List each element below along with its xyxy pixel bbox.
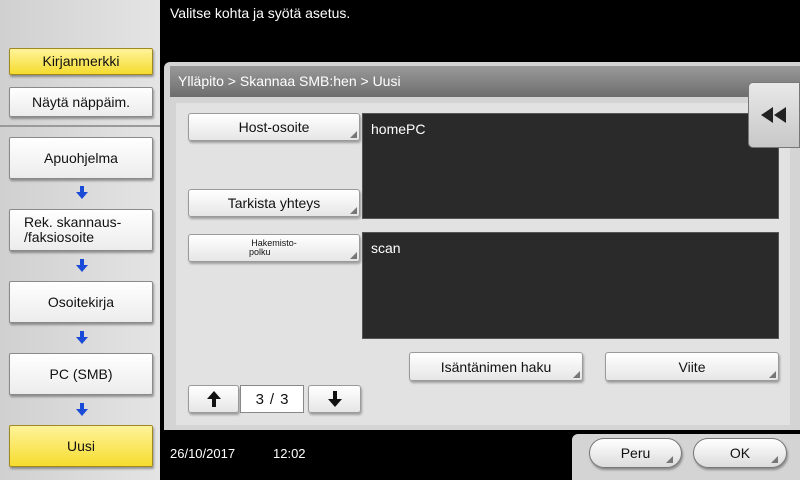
folder-path-label-line2: polku [249,247,271,257]
reference-button[interactable]: Viite [605,352,779,381]
sidebar-divider [0,125,160,127]
page-up-button[interactable] [188,385,239,413]
page-current: 3 [255,390,264,408]
sidebar-item-new[interactable]: Uusi [9,425,153,467]
page-indicator: 3 / 3 [240,385,304,413]
show-keypad-label: Näytä näppäim. [31,93,131,110]
left-sidebar: Kirjanmerkki Näytä näppäim. Apuohjelma R… [0,0,160,480]
corner-marker-icon [666,456,673,463]
arrow-up-icon [206,391,221,407]
folder-path-value: scan [371,240,401,256]
cancel-label: Peru [620,445,651,461]
sidebar-item-pc-smb[interactable]: PC (SMB) [9,353,153,395]
sidebar-item-address-book[interactable]: Osoitekirja [9,281,153,323]
host-address-button[interactable]: Host-osoite [188,113,360,141]
rewind-icon [761,107,786,123]
page-total: 3 [280,390,289,408]
sidebar-item-label: PC (SMB) [49,365,113,382]
corner-marker-icon [769,371,776,378]
check-connection-label: Tarkista yhteys [227,195,321,211]
host-name-search-button[interactable]: Isäntänimen haku [409,352,583,381]
corner-marker-icon [350,207,357,214]
sidebar-item-label: Uusi [66,437,95,454]
corner-marker-icon [573,371,580,378]
bookmark-label: Kirjanmerkki [42,53,120,69]
cancel-button[interactable]: Peru [589,438,682,468]
sidebar-item-label: Apuohjelma [44,149,118,166]
back-button[interactable] [748,82,800,148]
show-keypad-button[interactable]: Näytä näppäim. [9,87,153,117]
corner-marker-icon [771,456,778,463]
sidebar-item-label: Rek. skannaus- /faksiosoite [24,214,122,245]
corner-marker-icon [350,252,357,259]
ok-label: OK [729,445,751,461]
ok-button[interactable]: OK [693,438,787,468]
arrow-down-blue-icon [76,331,88,345]
host-address-field[interactable]: homePC [362,113,779,219]
reference-label: Viite [678,358,706,375]
bookmark-button[interactable]: Kirjanmerkki [9,48,153,75]
sidebar-item-label: Osoitekirja [47,293,115,310]
check-connection-button[interactable]: Tarkista yhteys [188,189,360,217]
arrow-down-icon [327,391,342,407]
arrow-down-blue-icon [76,259,88,273]
status-time: 12:02 [273,446,306,461]
page-down-button[interactable] [308,385,361,413]
corner-marker-icon [350,131,357,138]
host-address-value: homePC [371,121,426,137]
arrow-down-blue-icon [76,403,88,417]
sidebar-item-scan-fax-address[interactable]: Rek. skannaus- /faksiosoite [9,209,153,251]
host-address-label: Host-osoite [238,119,310,135]
page-separator: / [269,390,275,408]
sidebar-item-utility[interactable]: Apuohjelma [9,137,153,179]
arrow-down-blue-icon [76,186,88,200]
breadcrumb: Ylläpito > Skannaa SMB:hen > Uusi [170,66,800,97]
status-date: 26/10/2017 [170,446,236,461]
host-name-search-label: Isäntänimen haku [440,358,552,375]
instruction-text: Valitse kohta ja syötä asetus. [170,5,351,21]
folder-path-button[interactable]: Hakemisto- polku [188,234,360,262]
folder-path-field[interactable]: scan [362,232,779,339]
